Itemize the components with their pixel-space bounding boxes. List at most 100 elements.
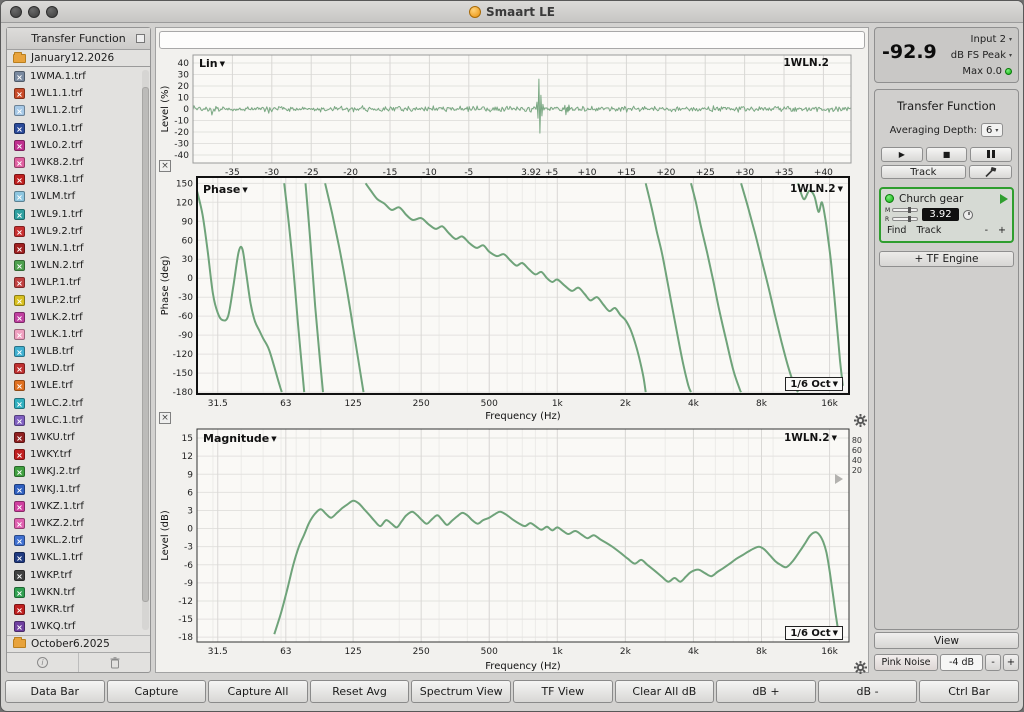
magnitude-trace-dropdown[interactable]: 1WLN.2 ▼ <box>784 432 837 444</box>
file-item[interactable]: × 1WL1.1.trf <box>7 85 150 102</box>
tools-icon <box>985 166 997 177</box>
file-item[interactable]: × 1WLN.2.trf <box>7 257 150 274</box>
toolbar-button-data-bar[interactable]: Data Bar <box>5 680 105 703</box>
add-tf-engine-button[interactable]: + TF Engine <box>879 251 1014 267</box>
magnitude-plot[interactable]: 15 12 9 6 3 0 -3 -6 -9 -12 -15 -18 31.5 63 125 250 500 1k… <box>159 422 865 672</box>
delay-minus-button[interactable]: - <box>985 225 988 236</box>
generator-level-plus-button[interactable]: + <box>1003 654 1019 671</box>
tools-button[interactable] <box>968 165 1012 179</box>
file-item[interactable]: × 1WK8.1.trf <box>7 171 150 188</box>
file-item[interactable]: × 1WKQ.trf <box>7 618 150 635</box>
toolbar-button-clear-all-db[interactable]: Clear All dB <box>614 680 715 703</box>
svg-text:2k: 2k <box>620 399 632 409</box>
info-button[interactable]: i <box>7 653 78 672</box>
file-item[interactable]: × 1WLB.trf <box>7 343 150 360</box>
toolbar-button-capture[interactable]: Capture <box>106 680 207 703</box>
folder-item-january[interactable]: January12.2026 <box>7 50 150 67</box>
file-item[interactable]: × 1WKJ.2.trf <box>7 463 150 480</box>
toolbar-button-reset-avg[interactable]: Reset Avg <box>309 680 410 703</box>
generator-level-minus-button[interactable]: - <box>985 654 1001 671</box>
file-item[interactable]: × 1WLE.trf <box>7 377 150 394</box>
file-item[interactable]: × 1WLN.1.trf <box>7 240 150 257</box>
file-item[interactable]: × 1WLP.2.trf <box>7 291 150 308</box>
file-item[interactable]: × 1WLD.trf <box>7 360 150 377</box>
delay-knob[interactable] <box>963 209 973 220</box>
file-item[interactable]: × 1WL1.2.trf <box>7 102 150 119</box>
file-item[interactable]: × 1WL9.1.trf <box>7 206 150 223</box>
impulse-type-dropdown[interactable]: Lin ▼ <box>199 57 225 70</box>
averaging-depth-dropdown[interactable]: 6 ▾ <box>981 123 1004 137</box>
svg-text:40: 40 <box>178 59 190 69</box>
scrollbar-thumb[interactable] <box>142 86 149 602</box>
folder-item-october[interactable]: October6.2025 <box>7 634 150 652</box>
file-item[interactable]: × 1WLC.1.trf <box>7 412 150 429</box>
meter-unit-dropdown[interactable]: dB FS Peak ▾ <box>951 50 1012 61</box>
delay-plus-button[interactable]: + <box>998 225 1006 236</box>
scrollbar[interactable] <box>142 70 149 630</box>
file-item[interactable]: × 1WK8.2.trf <box>7 154 150 171</box>
toolbar-button-capture-all[interactable]: Capture All <box>208 680 308 703</box>
input-select-dropdown[interactable]: Input 2 ▾ <box>971 34 1012 45</box>
file-item[interactable]: × 1WLK.2.trf <box>7 309 150 326</box>
stop-icon: ■ <box>942 150 951 159</box>
file-item[interactable]: × 1WKN.trf <box>7 584 150 601</box>
svg-text:6: 6 <box>187 488 193 498</box>
file-name: 1WK8.2.trf <box>30 157 84 169</box>
impulse-plot[interactable]: 40 30 20 10 0 -10 -20 -30 -40 -35 -30 -25 -20 -15 -10-… <box>159 52 865 195</box>
toolbar-button-ctrl-bar[interactable]: Ctrl Bar <box>919 680 1019 703</box>
file-item[interactable]: × 1WL0.2.trf <box>7 137 150 154</box>
play-button[interactable]: ▶ <box>881 147 923 162</box>
delete-button[interactable] <box>78 653 150 672</box>
phase-type-dropdown[interactable]: Phase ▼ <box>203 183 248 196</box>
file-item[interactable]: × 1WKP.trf <box>7 566 150 583</box>
file-item[interactable]: × 1WKY.trf <box>7 446 150 463</box>
magnitude-settings-gear-icon[interactable] <box>854 659 867 674</box>
svg-text:500: 500 <box>481 399 498 409</box>
measurement-slider[interactable] <box>892 207 918 213</box>
pause-button[interactable] <box>970 147 1013 162</box>
reference-slider[interactable] <box>892 216 918 222</box>
trf-file-icon: × <box>14 328 25 340</box>
file-item[interactable]: × 1WMA.1.trf <box>7 68 150 85</box>
track-delay-button[interactable]: Track <box>916 225 941 236</box>
phase-smoothing-dropdown[interactable]: 1/6 Oct ▼ <box>785 377 843 391</box>
file-item[interactable]: × 1WKZ.1.trf <box>7 498 150 515</box>
delay-value[interactable]: 3.92 <box>922 208 959 221</box>
file-item[interactable]: × 1WKL.1.trf <box>7 549 150 566</box>
drag-handle-icon[interactable] <box>835 474 843 484</box>
data-bar-strip[interactable] <box>159 31 865 49</box>
toolbar-button-db-[interactable]: dB - <box>817 680 918 703</box>
file-item[interactable]: × 1WKU.trf <box>7 429 150 446</box>
toolbar-button-spectrum-view[interactable]: Spectrum View <box>411 680 511 703</box>
file-item[interactable]: × 1WLC.2.trf <box>7 395 150 412</box>
view-button[interactable]: View <box>874 632 1019 649</box>
magnitude-smoothing-dropdown[interactable]: 1/6 Oct ▼ <box>785 626 843 640</box>
magnitude-type-dropdown[interactable]: Magnitude ▼ <box>203 432 277 445</box>
file-item[interactable]: × 1WKR.trf <box>7 601 150 618</box>
sidebar-options-icon[interactable] <box>136 34 145 43</box>
file-item[interactable]: × 1WLK.1.trf <box>7 326 150 343</box>
file-name: 1WKZ.2.trf <box>30 517 84 529</box>
toolbar-button-tf-view[interactable]: TF View <box>512 680 613 703</box>
phase-plot[interactable]: 150 120 90 60 30 0 -30 -60 -90 -120 -150 -180 31.5 63… <box>159 175 865 422</box>
file-item[interactable]: × 1WLP.1.trf <box>7 274 150 291</box>
file-item[interactable]: × 1WKJ.1.trf <box>7 481 150 498</box>
track-button[interactable]: Track <box>881 165 966 179</box>
file-name: 1WLP.2.trf <box>30 294 81 306</box>
phase-trace-dropdown[interactable]: 1WLN.2 ▼ <box>790 183 843 195</box>
tf-engine-church-gear: Church gear M R 3.92 Find Track - + <box>879 187 1014 243</box>
find-delay-button[interactable]: Find <box>887 225 906 236</box>
file-item[interactable]: × 1WKL.2.trf <box>7 532 150 549</box>
pink-noise-button[interactable]: Pink Noise <box>874 654 938 671</box>
file-item[interactable]: × 1WLM.trf <box>7 188 150 205</box>
trf-file-icon: × <box>14 449 25 461</box>
engine-play-icon[interactable] <box>1000 193 1008 204</box>
close-impulse-panel-button[interactable]: × <box>159 160 171 172</box>
toolbar-button-db-[interactable]: dB + <box>716 680 816 703</box>
play-icon: ▶ <box>898 150 905 159</box>
file-item[interactable]: × 1WL0.1.trf <box>7 120 150 137</box>
file-item[interactable]: × 1WL9.2.trf <box>7 223 150 240</box>
coherence-tick-label: 80 <box>851 436 862 445</box>
stop-button[interactable]: ■ <box>925 147 968 162</box>
file-item[interactable]: × 1WKZ.2.trf <box>7 515 150 532</box>
